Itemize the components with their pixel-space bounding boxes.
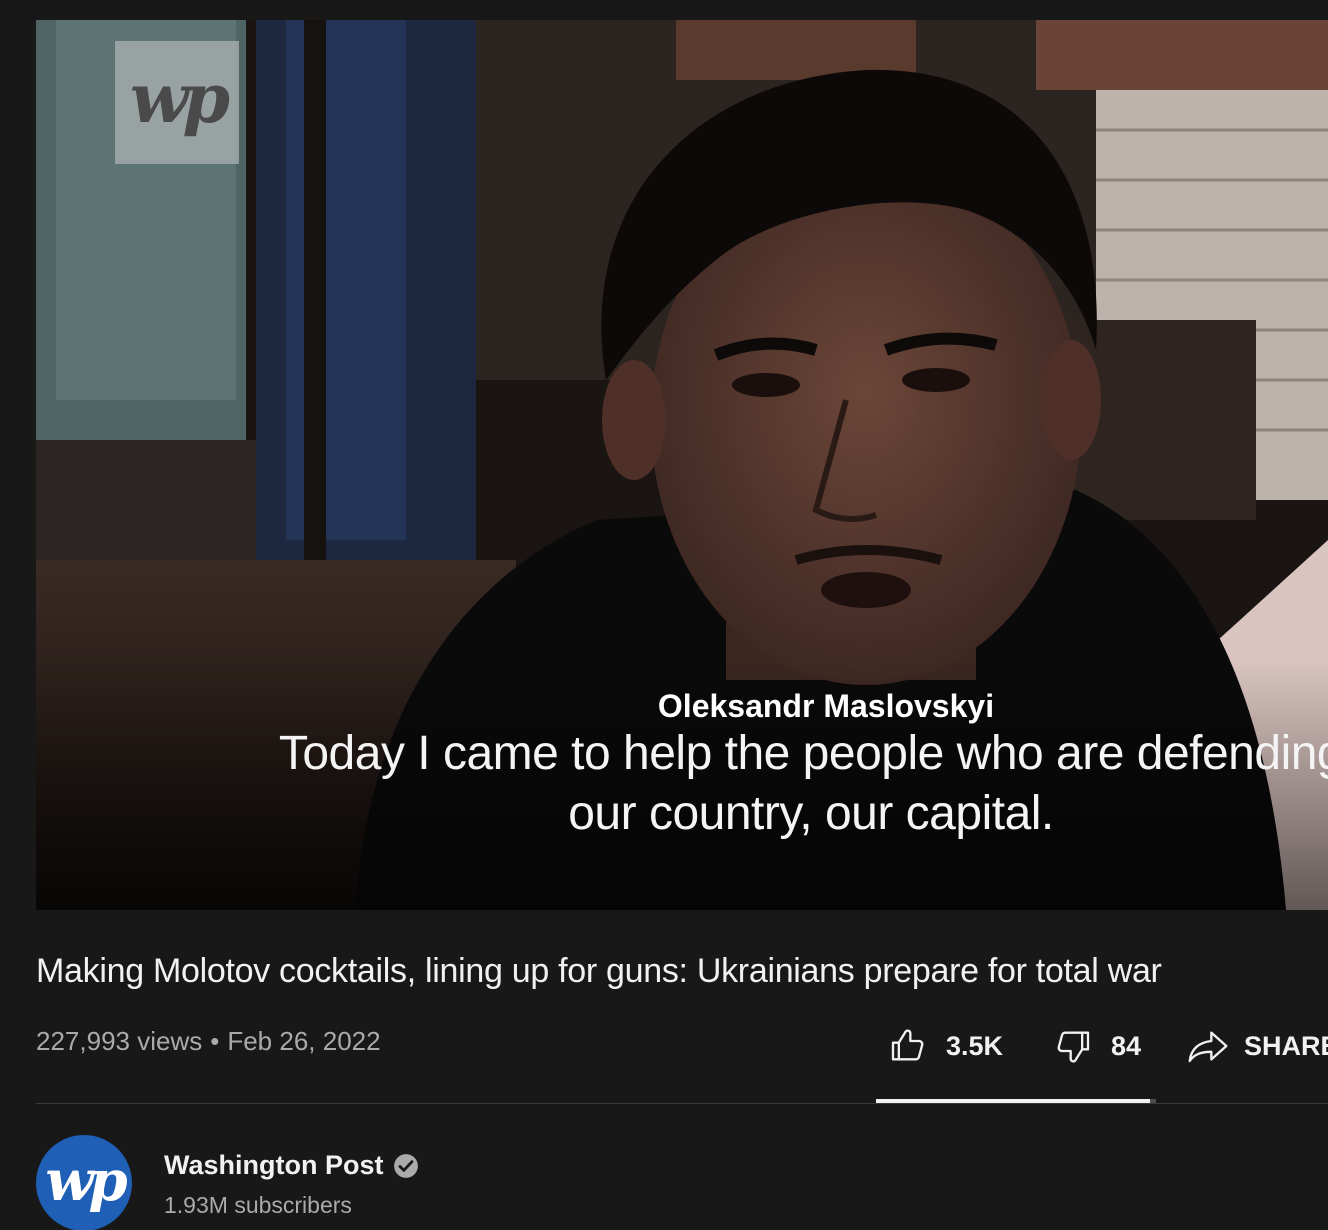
video-meta: 227,993 views • Feb 26, 2022 xyxy=(36,1026,381,1057)
view-count: 227,993 views xyxy=(36,1026,203,1056)
subtitle-line-2: our country, our capital. xyxy=(568,787,1054,840)
section-divider xyxy=(36,1103,1328,1104)
watermark-logo: wp xyxy=(115,41,239,164)
subtitle-line-1: Today I came to help the people who are … xyxy=(278,727,1328,780)
channel-name[interactable]: Washington Post xyxy=(164,1150,383,1181)
like-button[interactable]: 3.5K xyxy=(888,1026,1053,1066)
dislike-count: 84 xyxy=(1111,1030,1142,1061)
share-label: SHARE xyxy=(1244,1030,1328,1061)
thumbs-down-icon xyxy=(1057,1031,1090,1063)
channel-name-row: Washington Post xyxy=(164,1150,419,1181)
speaker-name-caption: Oleksandr Maslovskyi xyxy=(657,688,995,724)
share-arrow-icon xyxy=(1188,1031,1228,1063)
like-count: 3.5K xyxy=(946,1030,1004,1061)
upload-date: Feb 26, 2022 xyxy=(227,1026,381,1056)
subscriber-count: 1.93M subscribers xyxy=(164,1192,352,1218)
thumbs-up-icon xyxy=(891,1029,924,1061)
dislike-button[interactable]: 84 xyxy=(1053,1026,1186,1066)
channel-avatar[interactable]: wp xyxy=(36,1135,132,1230)
avatar-logo-text: wp xyxy=(45,1148,127,1214)
verified-check-icon xyxy=(394,1153,419,1178)
share-button[interactable]: SHARE xyxy=(1186,1026,1328,1066)
video-title: Making Molotov cocktails, lining up for … xyxy=(36,952,1162,990)
watermark-text: wp xyxy=(129,58,230,139)
watch-page: wp Oleksandr Maslovskyi Today I came to … xyxy=(0,0,1328,1230)
video-actions: 3.5K 84 SHARE xyxy=(888,1022,1328,1070)
video-player[interactable]: wp Oleksandr Maslovskyi Today I came to … xyxy=(36,20,1328,910)
meta-separator: • xyxy=(210,1026,220,1056)
